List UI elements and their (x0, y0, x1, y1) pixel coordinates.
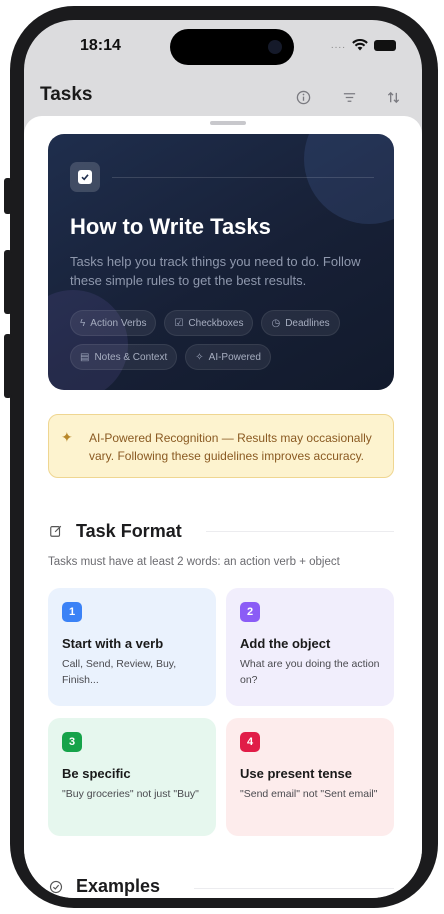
step-badge: 2 (240, 602, 260, 622)
info-icon (296, 90, 310, 104)
step-badge: 1 (62, 602, 82, 622)
sheet-grabber[interactable] (210, 121, 246, 125)
step-badge: 4 (240, 732, 260, 752)
screen: 18:14 .... Tasks How to Write Tasks Task… (24, 20, 422, 898)
ai-recognition-notice: ✦ AI-Powered Recognition — Results may o… (48, 414, 394, 478)
rule-card-2: 2 Add the object What are you doing the … (226, 588, 394, 706)
check-circle-icon (48, 879, 64, 895)
checkbox-badge (70, 162, 100, 192)
navigation-bar: Tasks (24, 76, 422, 116)
section-title: Task Format (76, 520, 182, 541)
dynamic-island (170, 29, 294, 65)
examples-header: Examples (48, 876, 160, 897)
hero-card: How to Write Tasks Tasks help you track … (48, 134, 394, 390)
checkmark-icon (78, 170, 92, 184)
pill-label: Checkboxes (188, 317, 244, 329)
notice-text: AI-Powered Recognition — Results may occ… (89, 431, 372, 463)
status-bar: 18:14 .... (24, 20, 422, 72)
task-format-header: Task Format (48, 518, 182, 544)
note-icon: ▤ (80, 351, 90, 363)
filter-button[interactable] (334, 82, 364, 112)
rule-title: Be specific (62, 766, 131, 781)
rule-description: "Buy groceries" not just "Buy" (62, 788, 199, 800)
edit-icon (48, 523, 64, 539)
sort-button[interactable] (378, 82, 408, 112)
guide-sheet[interactable]: How to Write Tasks Tasks help you track … (24, 116, 422, 898)
rule-title: Use present tense (240, 766, 352, 781)
rule-title: Add the object (240, 636, 331, 651)
status-indicators: .... (331, 39, 396, 51)
rule-description: "Send email" not "Sent email" (240, 788, 378, 800)
pill-label: AI-Powered (208, 351, 261, 363)
hero-title: How to Write Tasks (70, 214, 271, 239)
clock-icon: ◷ (271, 317, 281, 329)
battery-icon (374, 39, 396, 51)
section-title: Examples (76, 876, 161, 896)
lightning-icon: ϟ (80, 317, 86, 329)
rule-description: Call, Send, Review, Buy, Finish... (62, 658, 177, 686)
volume-down-button (4, 334, 12, 398)
pill-notes-context: ▤ Notes & Context (70, 344, 178, 370)
rule-card-4: 4 Use present tense "Send email" not "Se… (226, 718, 394, 836)
pill-label: Action Verbs (90, 317, 147, 329)
sort-icon (387, 91, 399, 103)
sparkles-icon: ✦ (61, 429, 73, 445)
pill-label: Notes & Context (94, 351, 168, 363)
checkbox-icon: ☑ (174, 317, 184, 329)
sparkles-icon: ✧ (195, 351, 204, 363)
pill-deadlines: ◷ Deadlines (261, 310, 340, 336)
signal-dots: .... (330, 39, 346, 51)
info-button[interactable] (288, 82, 318, 112)
section-subtitle: Tasks must have at least 2 words: an act… (48, 556, 340, 568)
pill-action-verbs: ϟ Action Verbs (70, 310, 157, 336)
wifi-icon (352, 39, 368, 51)
rule-title: Start with a verb (62, 636, 164, 651)
feature-pills: ϟ Action Verbs ☑ Checkboxes ◷ Deadlines … (70, 310, 390, 370)
hero-description: Tasks help you track things you need to … (70, 254, 361, 288)
pill-checkboxes: ☑ Checkboxes (164, 310, 254, 336)
status-time: 18:14 (80, 37, 121, 54)
rule-description: What are you doing the action on? (240, 658, 380, 686)
step-badge: 3 (62, 732, 82, 752)
filter-icon (343, 92, 355, 102)
rule-card-1: 1 Start with a verb Call, Send, Review, … (48, 588, 216, 706)
pill-label: Deadlines (285, 317, 330, 329)
action-button (4, 178, 12, 214)
page-title: Tasks (40, 84, 93, 105)
pill-ai-powered: ✧ AI-Powered (185, 344, 271, 370)
rule-card-3: 3 Be specific "Buy groceries" not just "… (48, 718, 216, 836)
volume-up-button (4, 250, 12, 314)
